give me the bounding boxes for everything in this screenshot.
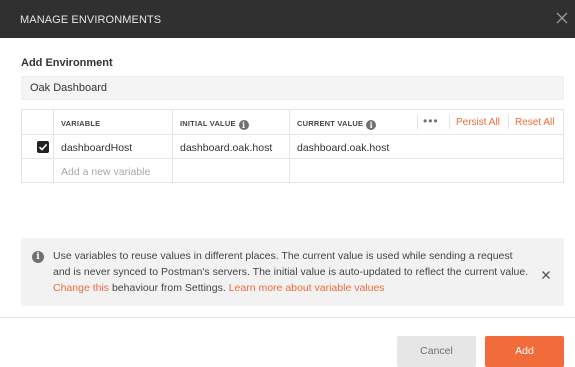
divider <box>417 115 418 129</box>
variable-enabled-checkbox[interactable] <box>37 141 49 153</box>
header-check-cell <box>22 110 54 134</box>
banner-text: Use variables to reuse values in differe… <box>53 250 529 294</box>
more-options-icon[interactable]: ••• <box>423 114 439 128</box>
new-initial-value-input[interactable] <box>173 159 290 182</box>
variable-name-cell[interactable]: dashboardHost <box>54 135 173 158</box>
new-variable-input[interactable]: Add a new variable <box>54 159 173 182</box>
new-variable-row: Add a new variable <box>22 159 563 182</box>
variables-table: VARIABLE INITIAL VALUE i CURRENT VALUE i •… <box>21 109 564 183</box>
persist-all-button[interactable]: Persist All <box>456 117 500 128</box>
info-icon: i <box>32 251 44 263</box>
learn-more-link[interactable]: Learn more about variable values <box>229 282 385 294</box>
info-icon[interactable]: i <box>238 120 249 130</box>
header-variable: VARIABLE <box>54 110 173 134</box>
divider <box>508 115 509 129</box>
initial-value-cell[interactable]: dashboard.oak.host <box>173 135 290 158</box>
footer-divider <box>0 317 575 318</box>
new-current-value-input[interactable] <box>290 159 417 182</box>
environment-name-input[interactable]: Oak Dashboard <box>21 76 564 100</box>
reset-all-button[interactable]: Reset All <box>515 117 554 128</box>
info-banner: i Use variables to reuse values in diffe… <box>21 238 564 306</box>
header-initial-value: INITIAL VALUE i <box>173 110 290 134</box>
table-header-row: VARIABLE INITIAL VALUE i CURRENT VALUE i •… <box>22 110 563 135</box>
dialog-titlebar: MANAGE ENVIRONMENTS <box>0 0 575 38</box>
header-current-value: CURRENT VALUE i <box>290 110 417 134</box>
divider <box>449 115 450 129</box>
section-label: Add Environment <box>21 57 113 69</box>
cancel-button[interactable]: Cancel <box>397 336 476 367</box>
row-check-cell <box>22 159 54 182</box>
dialog-title: MANAGE ENVIRONMENTS <box>20 14 162 26</box>
table-tools: ••• Persist All Reset All <box>417 110 563 134</box>
close-icon[interactable] <box>555 11 569 25</box>
current-value-cell[interactable]: dashboard.oak.host <box>290 135 417 158</box>
table-row: dashboardHost dashboard.oak.host dashboa… <box>22 135 563 159</box>
info-icon[interactable]: i <box>366 120 377 130</box>
close-icon[interactable] <box>541 267 551 279</box>
row-check-cell <box>22 135 54 158</box>
add-button[interactable]: Add <box>485 336 564 367</box>
change-settings-link[interactable]: Change this <box>53 282 109 294</box>
